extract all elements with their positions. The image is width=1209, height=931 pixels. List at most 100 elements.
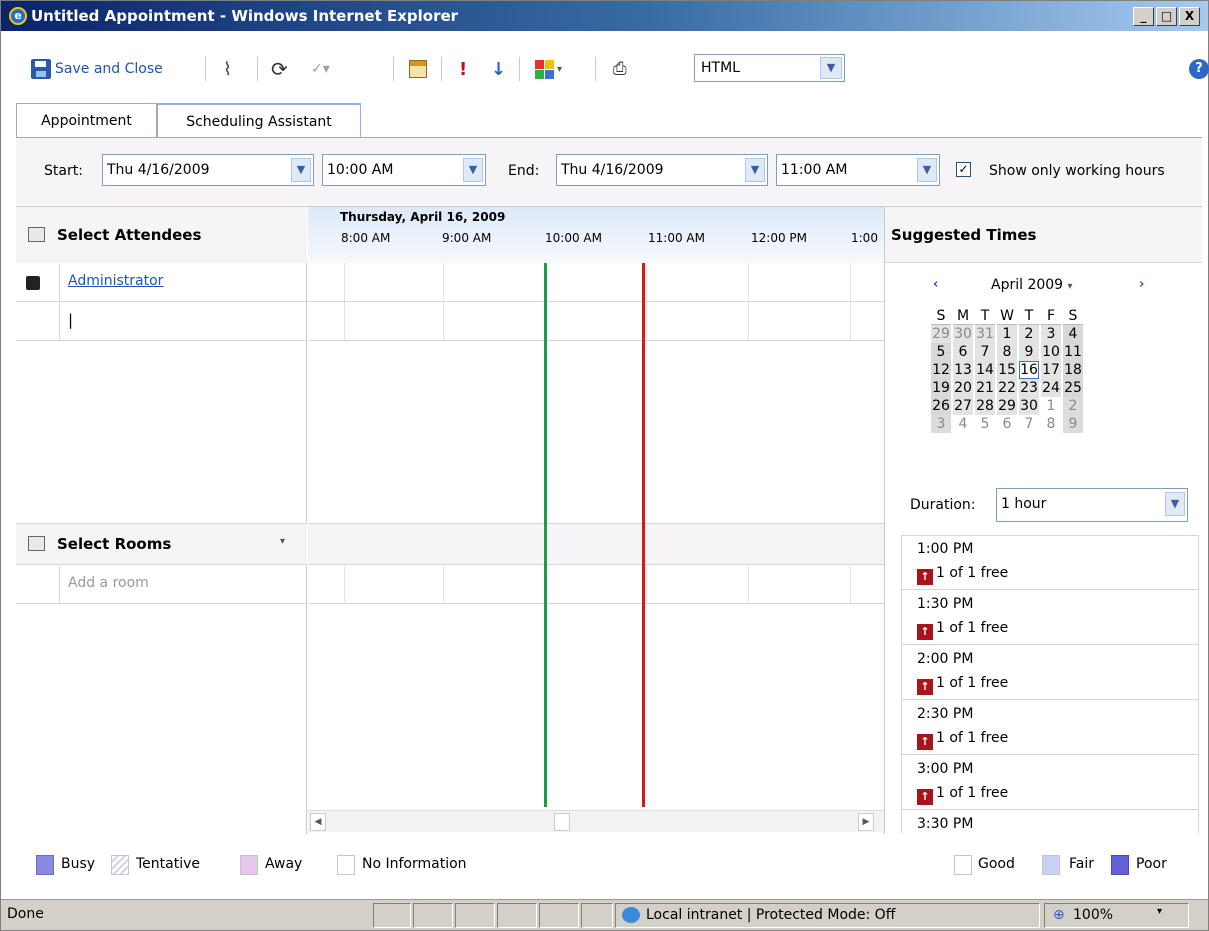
calendar-day[interactable]: 3	[931, 415, 951, 433]
suggested-time-slot[interactable]: 3:00 PM ↑ 1 of 1 free	[901, 755, 1199, 810]
calendar-day[interactable]: 14	[975, 361, 995, 379]
help-icon[interactable]: ?	[1189, 59, 1209, 79]
calendar-day[interactable]: 5	[975, 415, 995, 433]
low-importance-icon[interactable]: ↓	[491, 55, 506, 83]
working-hours-label: Show only working hours	[989, 163, 1165, 179]
calendar-day[interactable]: 15	[997, 361, 1017, 379]
status-text: Done	[7, 906, 44, 922]
working-hours-checkbox[interactable]: ✓	[956, 162, 971, 177]
calendar-day[interactable]: 13	[953, 361, 973, 379]
calendar-day[interactable]: 12	[931, 361, 951, 379]
suggested-time-slot[interactable]: 2:30 PM ↑ 1 of 1 free	[901, 700, 1199, 755]
security-zone[interactable]: Local intranet | Protected Mode: Off	[646, 907, 895, 923]
format-select[interactable]: HTML ▼	[694, 54, 845, 82]
slot-time: 2:30 PM	[917, 706, 974, 722]
calendar-day[interactable]: 16	[1019, 361, 1039, 379]
calendar-day[interactable]: 19	[931, 379, 951, 397]
tab-appointment[interactable]: Appointment	[16, 103, 157, 137]
calendar-day[interactable]: 6	[997, 415, 1017, 433]
suggested-time-slot[interactable]: 3:30 PM	[901, 810, 1199, 833]
add-room-input[interactable]: Add a room	[16, 566, 307, 604]
calendar-day[interactable]: 30	[953, 325, 973, 343]
chevron-down-icon[interactable]: ▾	[280, 536, 285, 547]
calendar-day[interactable]: 2	[1063, 397, 1083, 415]
start-date-select[interactable]: Thu 4/16/2009 ▼	[102, 154, 314, 186]
end-time-select[interactable]: 11:00 AM ▼	[776, 154, 940, 186]
chevron-left-icon[interactable]: ‹	[933, 277, 938, 292]
suggested-time-slot[interactable]: 1:30 PM ↑ 1 of 1 free	[901, 590, 1199, 645]
end-date-select[interactable]: Thu 4/16/2009 ▼	[556, 154, 768, 186]
end-time-value: 11:00 AM	[781, 162, 848, 178]
categorize-icon[interactable]: ▾	[535, 55, 562, 83]
calendar-day[interactable]: 18	[1063, 361, 1083, 379]
calendar-day[interactable]: 22	[997, 379, 1017, 397]
weekday-header: T	[1019, 307, 1039, 325]
calendar-day[interactable]: 26	[931, 397, 951, 415]
calendar-month[interactable]: April 2009 ▾	[991, 277, 1073, 293]
duration-select[interactable]: 1 hour ▼	[996, 488, 1188, 522]
calendar-day[interactable]: 3	[1041, 325, 1061, 343]
calendar-day[interactable]: 6	[953, 343, 973, 361]
spellcheck-icon[interactable]: ✓▾	[311, 55, 330, 83]
start-time-select[interactable]: 10:00 AM ▼	[322, 154, 486, 186]
calendar-day[interactable]: 31	[975, 325, 995, 343]
calendar-day[interactable]: 11	[1063, 343, 1083, 361]
calendar-day[interactable]: 29	[997, 397, 1017, 415]
select-attendees-button[interactable]: Select Attendees	[16, 207, 307, 263]
meeting-start-line[interactable]	[544, 263, 547, 807]
calendar-day[interactable]: 28	[975, 397, 995, 415]
calendar-day[interactable]: 8	[1041, 415, 1061, 433]
legend-poor-label: Poor	[1136, 856, 1167, 872]
calendar-day[interactable]: 10	[1041, 343, 1061, 361]
calendar-day[interactable]: 1	[1041, 397, 1061, 415]
new-attendee-input[interactable]: |	[16, 303, 307, 341]
tab-scheduling-assistant[interactable]: Scheduling Assistant	[157, 103, 361, 137]
calendar-grid-icon[interactable]	[409, 55, 427, 83]
start-label: Start:	[44, 163, 83, 179]
legend-busy-swatch	[36, 855, 54, 875]
calendar-day[interactable]: 30	[1019, 397, 1039, 415]
paperclip-icon[interactable]: ⌇	[223, 55, 232, 83]
calendar-day[interactable]: 9	[1063, 415, 1083, 433]
calendar-day[interactable]: 9	[1019, 343, 1039, 361]
high-importance-icon[interactable]: !	[459, 55, 467, 83]
calendar-day[interactable]: 4	[1063, 325, 1083, 343]
recurrence-icon[interactable]: ⟳	[271, 55, 288, 83]
suggested-time-slot[interactable]: 2:00 PM ↑ 1 of 1 free	[901, 645, 1199, 700]
calendar-day[interactable]: 4	[953, 415, 973, 433]
maximize-button[interactable]: □	[1156, 7, 1177, 26]
print-icon[interactable]: ⎙	[613, 55, 627, 83]
scroll-thumb[interactable]	[554, 813, 570, 831]
minimize-button[interactable]: _	[1133, 7, 1154, 26]
calendar-day[interactable]: 2	[1019, 325, 1039, 343]
slot-time: 1:00 PM	[917, 541, 974, 557]
suggested-time-slot[interactable]: 1:00 PM ↑ 1 of 1 free	[901, 535, 1199, 590]
calendar-day[interactable]: 5	[931, 343, 951, 361]
zoom-control[interactable]: ⊕ 100% ▾	[1044, 903, 1189, 928]
attendee-name[interactable]: Administrator	[68, 273, 163, 289]
scroll-right-icon[interactable]: ▶	[858, 813, 874, 831]
horizontal-scrollbar[interactable]: ◀ ▶	[308, 810, 884, 832]
calendar-day[interactable]: 7	[975, 343, 995, 361]
calendar-day[interactable]: 24	[1041, 379, 1061, 397]
calendar-day[interactable]: 1	[997, 325, 1017, 343]
close-button[interactable]: X	[1179, 7, 1200, 26]
calendar-day[interactable]: 25	[1063, 379, 1083, 397]
select-rooms-button[interactable]: Select Rooms ▾	[16, 523, 307, 565]
calendar-day[interactable]: 29	[931, 325, 951, 343]
legend-no-info-swatch	[337, 855, 355, 875]
start-date-value: Thu 4/16/2009	[107, 162, 210, 178]
calendar-day[interactable]: 20	[953, 379, 973, 397]
legend-good-label: Good	[978, 856, 1015, 872]
save-and-close-button[interactable]: Save and Close	[31, 55, 163, 83]
calendar-day[interactable]: 21	[975, 379, 995, 397]
meeting-end-line[interactable]	[642, 263, 645, 807]
calendar-day[interactable]: 7	[1019, 415, 1039, 433]
chevron-right-icon[interactable]: ›	[1139, 277, 1144, 292]
calendar-day[interactable]: 17	[1041, 361, 1061, 379]
calendar-day[interactable]: 27	[953, 397, 973, 415]
slot-availability: 1 of 1 free	[936, 785, 1009, 801]
calendar-day[interactable]: 8	[997, 343, 1017, 361]
scroll-left-icon[interactable]: ◀	[310, 813, 326, 831]
calendar-day[interactable]: 23	[1019, 379, 1039, 397]
